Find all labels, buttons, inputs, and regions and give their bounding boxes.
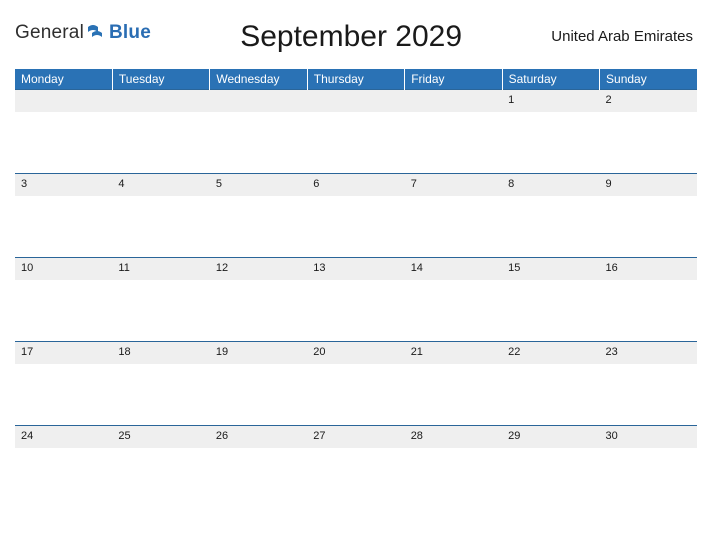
space-cell: [15, 280, 112, 342]
space-cell: [15, 364, 112, 426]
week-row: 3456789: [15, 174, 697, 196]
space-cell: [112, 448, 209, 510]
day-cell: [15, 90, 112, 112]
space-cell: [15, 196, 112, 258]
day-cell: 20: [307, 342, 404, 364]
space-cell: [210, 448, 307, 510]
week-space: [15, 448, 697, 510]
logo-wave-icon: [88, 24, 106, 43]
day-cell: [405, 90, 502, 112]
week-row: 24252627282930: [15, 426, 697, 448]
space-cell: [600, 196, 697, 258]
day-cell: 4: [112, 174, 209, 196]
space-cell: [112, 196, 209, 258]
week-space: [15, 280, 697, 342]
space-cell: [307, 280, 404, 342]
day-cell: 6: [307, 174, 404, 196]
day-cell: 2: [600, 90, 697, 112]
day-cell: 12: [210, 258, 307, 280]
day-cell: 13: [307, 258, 404, 280]
day-cell: 15: [502, 258, 599, 280]
logo-text-blue: Blue: [109, 22, 151, 44]
space-cell: [405, 448, 502, 510]
space-cell: [112, 364, 209, 426]
space-cell: [502, 448, 599, 510]
day-cell: 22: [502, 342, 599, 364]
space-cell: [502, 112, 599, 174]
week-row: 10111213141516: [15, 258, 697, 280]
day-cell: 7: [405, 174, 502, 196]
space-cell: [405, 112, 502, 174]
day-cell: 28: [405, 426, 502, 448]
day-cell: 9: [600, 174, 697, 196]
day-cell: 8: [502, 174, 599, 196]
space-cell: [405, 196, 502, 258]
day-cell: 29: [502, 426, 599, 448]
space-cell: [15, 448, 112, 510]
space-cell: [600, 112, 697, 174]
week-space: [15, 112, 697, 174]
day-cell: [210, 90, 307, 112]
week-space: [15, 364, 697, 426]
day-cell: 30: [600, 426, 697, 448]
space-cell: [600, 364, 697, 426]
day-header: Tuesday: [112, 69, 209, 90]
day-cell: 17: [15, 342, 112, 364]
space-cell: [600, 280, 697, 342]
calendar-grid: Monday Tuesday Wednesday Thursday Friday…: [15, 69, 697, 510]
space-cell: [502, 280, 599, 342]
space-cell: [112, 112, 209, 174]
space-cell: [210, 280, 307, 342]
day-header: Thursday: [307, 69, 404, 90]
space-cell: [307, 364, 404, 426]
calendar-header: General Blue September 2029 United Arab …: [15, 18, 697, 54]
day-header: Friday: [405, 69, 502, 90]
space-cell: [307, 112, 404, 174]
space-cell: [307, 448, 404, 510]
space-cell: [210, 364, 307, 426]
day-header: Wednesday: [210, 69, 307, 90]
day-cell: 21: [405, 342, 502, 364]
day-cell: 25: [112, 426, 209, 448]
region-label: United Arab Emirates: [551, 18, 697, 45]
day-cell: 16: [600, 258, 697, 280]
space-cell: [15, 112, 112, 174]
day-cell: 14: [405, 258, 502, 280]
day-cell: 10: [15, 258, 112, 280]
day-cell: 5: [210, 174, 307, 196]
day-cell: 18: [112, 342, 209, 364]
day-cell: 3: [15, 174, 112, 196]
space-cell: [405, 280, 502, 342]
calendar-title: September 2029: [151, 18, 551, 54]
day-cell: 19: [210, 342, 307, 364]
day-cell: 23: [600, 342, 697, 364]
day-cell: 26: [210, 426, 307, 448]
day-cell: 11: [112, 258, 209, 280]
space-cell: [502, 364, 599, 426]
day-header-row: Monday Tuesday Wednesday Thursday Friday…: [15, 69, 697, 90]
week-space: [15, 196, 697, 258]
space-cell: [210, 196, 307, 258]
day-cell: 24: [15, 426, 112, 448]
day-cell: 27: [307, 426, 404, 448]
space-cell: [502, 196, 599, 258]
space-cell: [307, 196, 404, 258]
space-cell: [405, 364, 502, 426]
day-header: Sunday: [600, 69, 697, 90]
space-cell: [210, 112, 307, 174]
day-cell: [307, 90, 404, 112]
space-cell: [600, 448, 697, 510]
day-cell: [112, 90, 209, 112]
day-header: Saturday: [502, 69, 599, 90]
space-cell: [112, 280, 209, 342]
week-row: 12: [15, 90, 697, 112]
week-row: 17181920212223: [15, 342, 697, 364]
brand-logo: General Blue: [15, 18, 151, 44]
logo-text-general: General: [15, 22, 84, 44]
day-header: Monday: [15, 69, 112, 90]
day-cell: 1: [502, 90, 599, 112]
